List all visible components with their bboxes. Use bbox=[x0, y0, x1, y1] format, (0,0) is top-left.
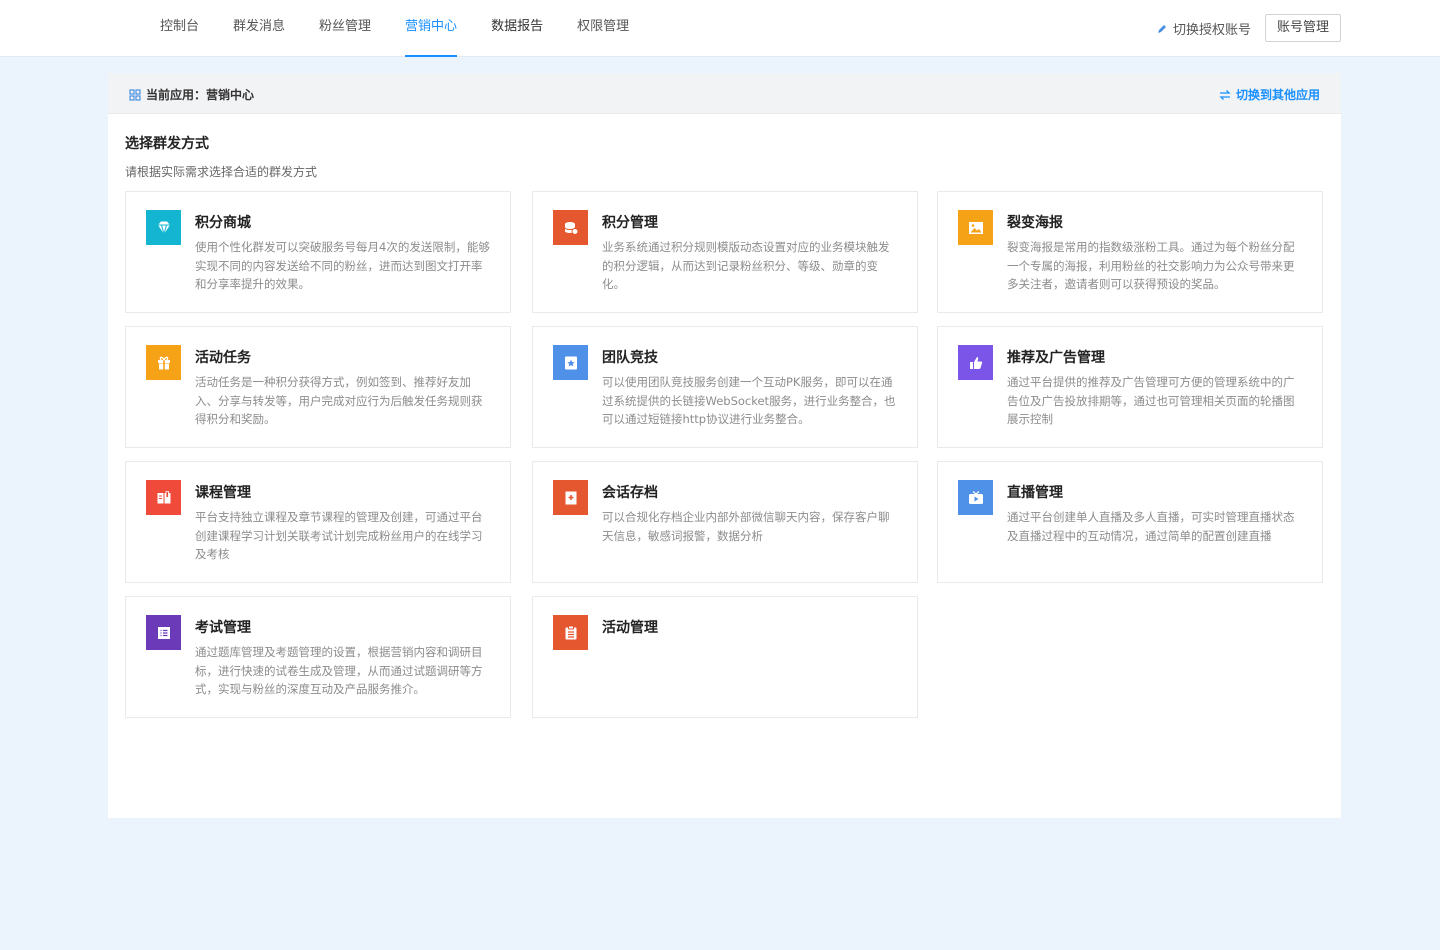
archive-icon bbox=[553, 480, 588, 515]
pen-icon bbox=[1158, 24, 1166, 33]
switch-app-label: 切换到其他应用 bbox=[1235, 88, 1320, 102]
card-description: 通过题库管理及考题管理的设置，根据营销内容和调研目标，进行快速的试卷生成及管理，… bbox=[195, 645, 483, 696]
card-points-mall[interactable]: 积分商城 使用个性化群发可以突破服务号每月4次的发送限制，能够实现不同的内容发送… bbox=[125, 191, 511, 313]
card-recommend-ads[interactable]: 推荐及广告管理 通过平台提供的推荐及广告管理可方便的管理系统中的广告位及广告投放… bbox=[937, 326, 1323, 448]
card-description: 平台支持独立课程及章节课程的管理及创建，可通过平台创建课程学习计划关联考试计划完… bbox=[195, 510, 483, 561]
card-title: 团队竞技 bbox=[602, 350, 658, 366]
card-description: 裂变海报是常用的指数级涨粉工具。通过为每个粉丝分配一个专属的海报，利用粉丝的社交… bbox=[1007, 240, 1295, 291]
card-live-management[interactable]: 直播管理 通过平台创建单人直播及多人直播，可实时管理直播状态及直播过程中的互动情… bbox=[937, 461, 1323, 583]
star-badge-icon bbox=[553, 345, 588, 380]
card-activity-tasks[interactable]: 活动任务 活动任务是一种积分获得方式，例如签到、推荐好友加入、分享与转发等，用户… bbox=[125, 326, 511, 448]
card-title: 推荐及广告管理 bbox=[1007, 350, 1105, 366]
nav-item-broadcast[interactable]: 群发消息 bbox=[233, 0, 285, 57]
switch-auth-label: 切换授权账号 bbox=[1173, 23, 1252, 38]
nav-item-reports[interactable]: 数据报告 bbox=[491, 0, 543, 57]
nav-item-console[interactable]: 控制台 bbox=[160, 0, 199, 57]
card-title: 会话存档 bbox=[602, 485, 658, 501]
clipboard-icon bbox=[553, 615, 588, 650]
card-team-competition[interactable]: 团队竞技 可以使用团队竞技服务创建一个互动PK服务，即可以在通过系统提供的长链接… bbox=[532, 326, 918, 448]
card-title: 活动任务 bbox=[195, 350, 251, 366]
card-title: 积分商城 bbox=[195, 215, 251, 231]
card-title: 积分管理 bbox=[602, 215, 658, 231]
main-panel: 当前应用：营销中心 切换到其他应用 选择群发方式 请根据实际需求选择合适的群发方… bbox=[108, 73, 1341, 818]
section-title: 选择群发方式 bbox=[125, 136, 209, 152]
swap-icon bbox=[1219, 89, 1231, 100]
card-course-management[interactable]: 课程管理 平台支持独立课程及章节课程的管理及创建，可通过平台创建课程学习计划关联… bbox=[125, 461, 511, 583]
switch-app-link[interactable]: 切换到其他应用 bbox=[1219, 86, 1320, 103]
diamond-icon bbox=[146, 210, 181, 245]
card-description: 活动任务是一种积分获得方式，例如签到、推荐好友加入、分享与转发等，用户完成对应行… bbox=[195, 375, 483, 426]
card-title: 课程管理 bbox=[195, 485, 251, 501]
main-nav: 控制台 群发消息 粉丝管理 营销中心 数据报告 权限管理 bbox=[160, 0, 663, 57]
switch-auth-account-link[interactable]: 切换授权账号 bbox=[1156, 19, 1251, 38]
apps-grid-icon bbox=[129, 88, 141, 101]
list-icon bbox=[146, 615, 181, 650]
current-app-indicator: 当前应用：营销中心 bbox=[129, 86, 254, 103]
card-title: 活动管理 bbox=[602, 620, 658, 636]
card-session-archive[interactable]: 会话存档 可以合规化存档企业内部外部微信聊天内容，保存客户聊天信息，敏感词报警，… bbox=[532, 461, 918, 583]
live-tv-icon bbox=[958, 480, 993, 515]
nav-item-marketing[interactable]: 营销中心 bbox=[405, 0, 458, 57]
card-activity-management[interactable]: 活动管理 bbox=[532, 596, 918, 718]
card-title: 直播管理 bbox=[1007, 485, 1063, 501]
top-nav-bar: 控制台 群发消息 粉丝管理 营销中心 数据报告 权限管理 切换授权账号 账号管理 bbox=[0, 0, 1440, 57]
image-icon bbox=[958, 210, 993, 245]
card-description: 可以合规化存档企业内部外部微信聊天内容，保存客户聊天信息，敏感词报警，数据分析 bbox=[602, 510, 890, 543]
nav-item-permissions[interactable]: 权限管理 bbox=[577, 0, 629, 57]
card-description: 使用个性化群发可以突破服务号每月4次的发送限制，能够实现不同的内容发送给不同的粉… bbox=[195, 240, 490, 291]
card-title: 考试管理 bbox=[195, 620, 251, 636]
card-points-management[interactable]: 积分管理 业务系统通过积分规则模版动态设置对应的业务模块触发的积分逻辑，从而达到… bbox=[532, 191, 918, 313]
gift-icon bbox=[146, 345, 181, 380]
card-description: 业务系统通过积分规则模版动态设置对应的业务模块触发的积分逻辑，从而达到记录粉丝积… bbox=[602, 240, 890, 291]
thumbs-up-icon bbox=[958, 345, 993, 380]
book-icon bbox=[146, 480, 181, 515]
coins-icon bbox=[553, 210, 588, 245]
card-description: 可以使用团队竞技服务创建一个互动PK服务，即可以在通过系统提供的长链接WebSo… bbox=[602, 375, 896, 426]
current-app-label: 当前应用：营销中心 bbox=[146, 88, 255, 102]
account-management-button[interactable]: 账号管理 bbox=[1265, 14, 1341, 42]
section-subtitle: 请根据实际需求选择合适的群发方式 bbox=[125, 165, 318, 179]
card-exam-management[interactable]: 考试管理 通过题库管理及考题管理的设置，根据营销内容和调研目标，进行快速的试卷生… bbox=[125, 596, 511, 718]
card-fission-poster[interactable]: 裂变海报 裂变海报是常用的指数级涨粉工具。通过为每个粉丝分配一个专属的海报，利用… bbox=[937, 191, 1323, 313]
card-title: 裂变海报 bbox=[1007, 215, 1063, 231]
card-description: 通过平台创建单人直播及多人直播，可实时管理直播状态及直播过程中的互动情况，通过简… bbox=[1007, 510, 1295, 543]
card-description: 通过平台提供的推荐及广告管理可方便的管理系统中的广告位及广告投放排期等，通过也可… bbox=[1007, 375, 1295, 426]
nav-item-fans[interactable]: 粉丝管理 bbox=[319, 0, 371, 57]
current-app-bar: 当前应用：营销中心 切换到其他应用 bbox=[108, 73, 1341, 114]
